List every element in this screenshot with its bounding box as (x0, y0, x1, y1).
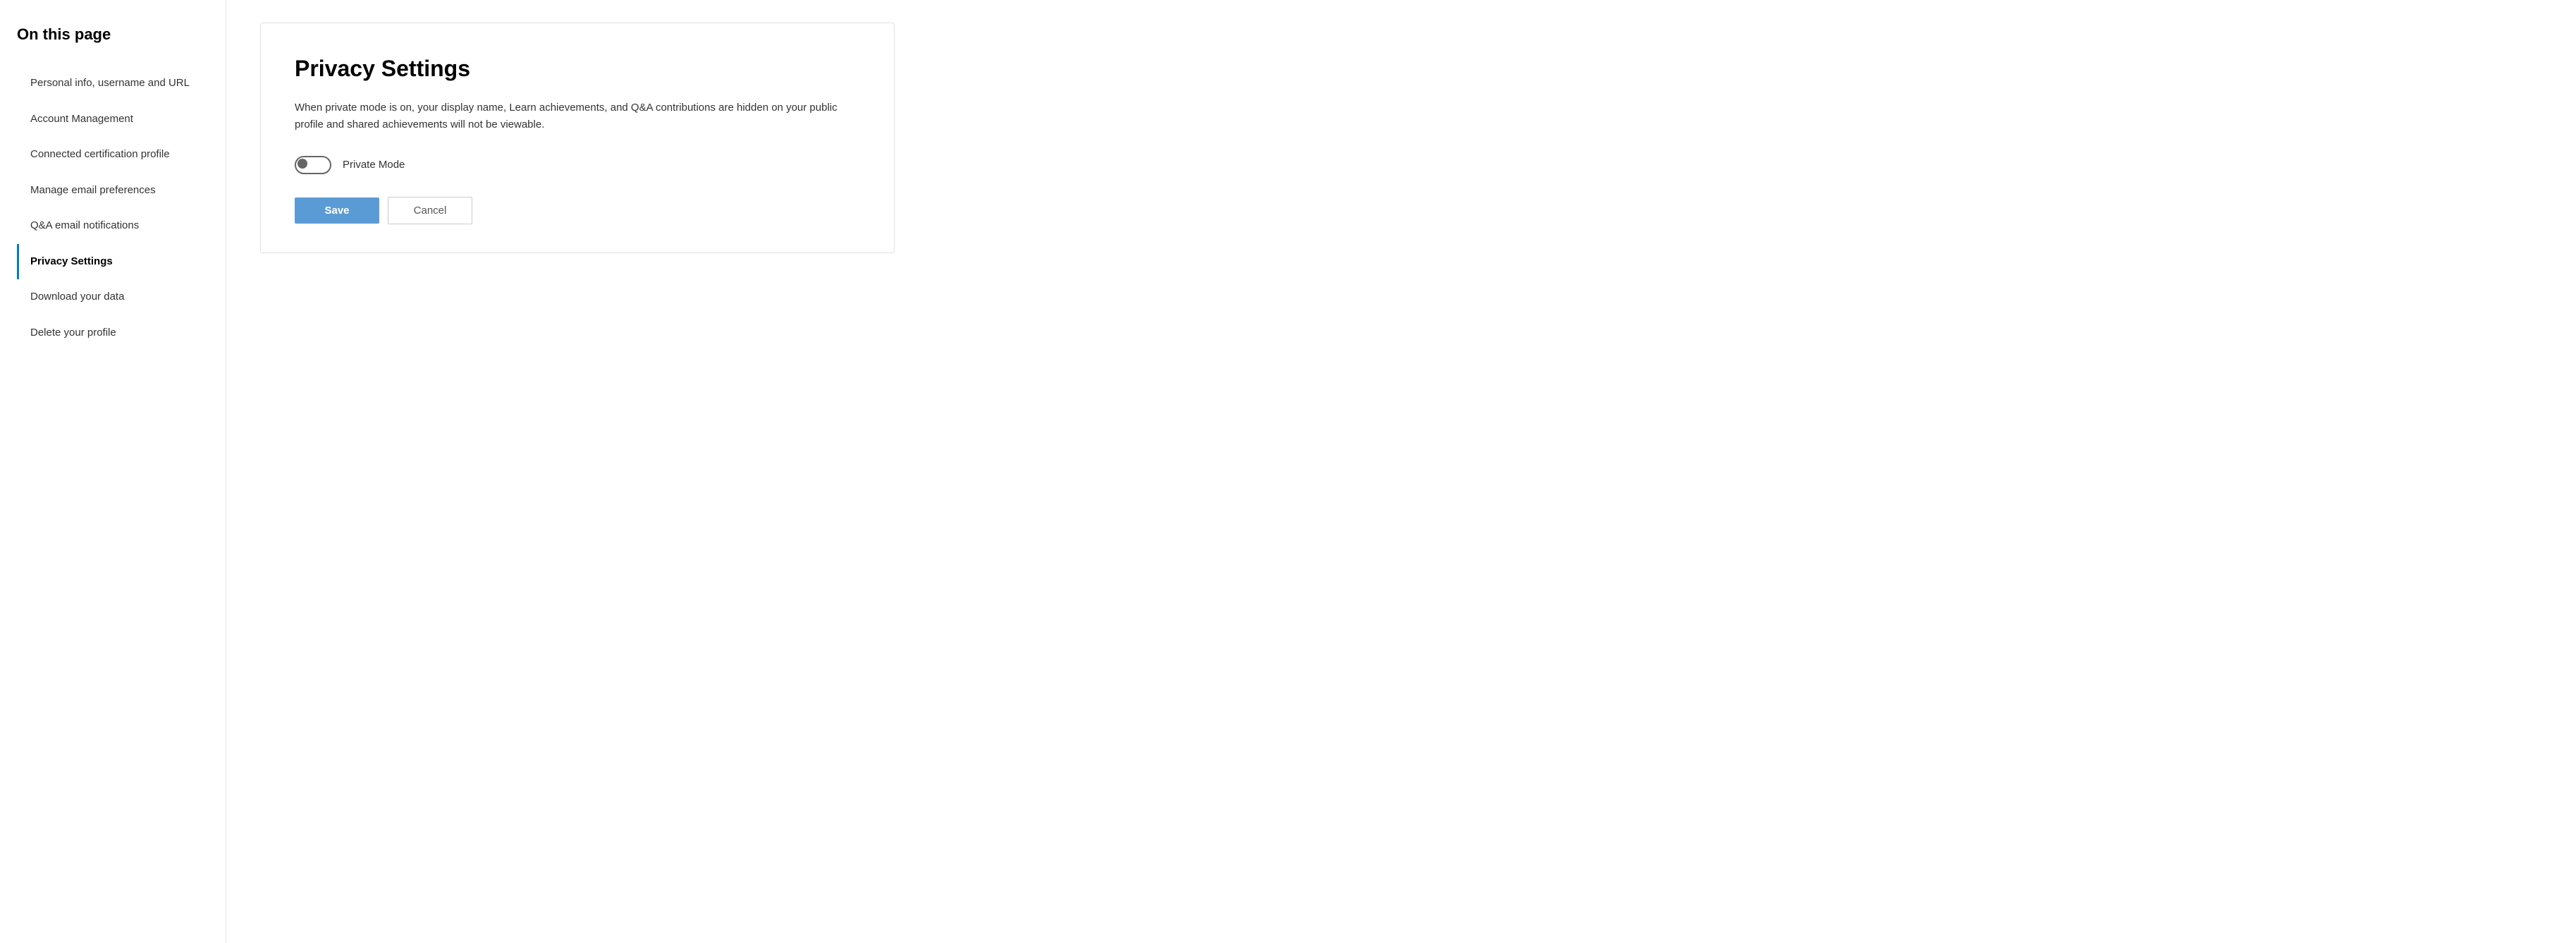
sidebar-item-account-management[interactable]: Account Management (17, 102, 209, 138)
section-description: When private mode is on, your display na… (295, 99, 845, 133)
toggle-row: Private Mode (295, 156, 860, 174)
toggle-label: Private Mode (343, 157, 405, 174)
sidebar-item-manage-email[interactable]: Manage email preferences (17, 173, 209, 209)
privacy-settings-card: Privacy Settings When private mode is on… (260, 23, 895, 253)
sidebar-item-personal-info[interactable]: Personal info, username and URL (17, 66, 209, 102)
page-title: Privacy Settings (295, 51, 860, 85)
private-mode-toggle[interactable] (295, 156, 331, 174)
sidebar-item-download-data[interactable]: Download your data (17, 279, 209, 315)
sidebar-item-privacy-settings[interactable]: Privacy Settings (17, 244, 209, 280)
sidebar-item-connected-cert[interactable]: Connected certification profile (17, 137, 209, 173)
sidebar: On this page Personal info, username and… (0, 0, 226, 943)
save-button[interactable]: Save (295, 197, 379, 224)
button-row: Save Cancel (295, 197, 860, 224)
sidebar-title: On this page (17, 23, 209, 46)
sidebar-nav: Personal info, username and URLAccount M… (17, 66, 209, 351)
sidebar-item-qa-email[interactable]: Q&A email notifications (17, 208, 209, 244)
main-content: Privacy Settings When private mode is on… (226, 0, 987, 943)
sidebar-item-delete-profile[interactable]: Delete your profile (17, 315, 209, 351)
cancel-button[interactable]: Cancel (388, 197, 472, 224)
